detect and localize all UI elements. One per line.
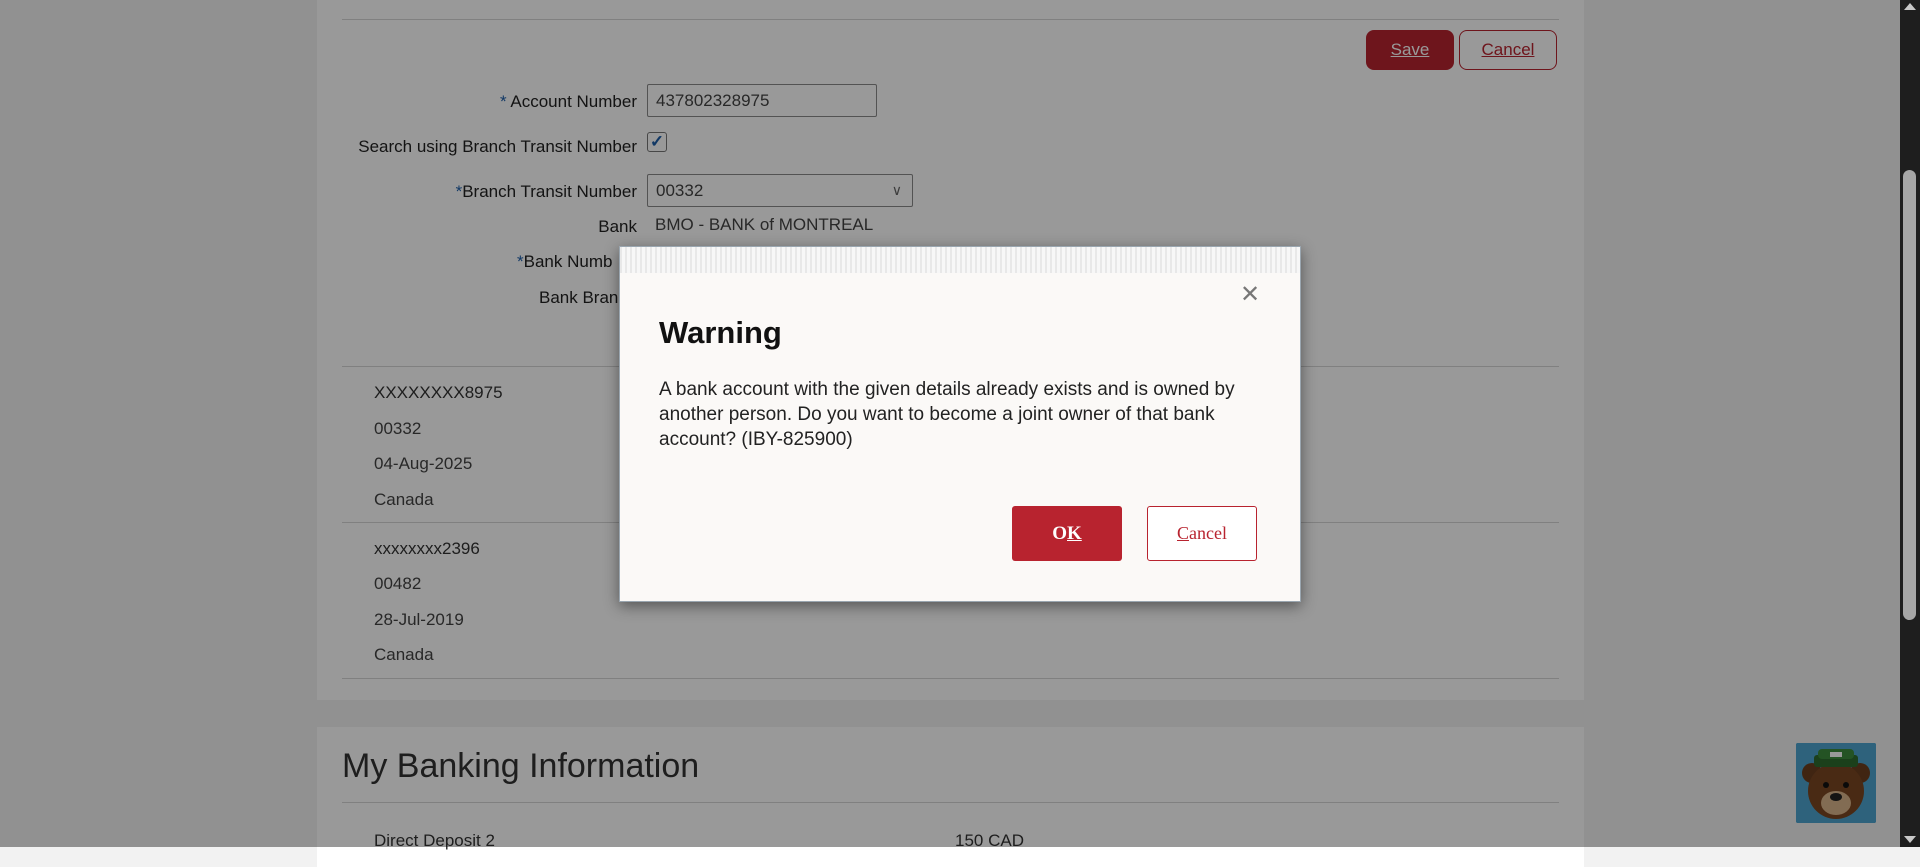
- dialog-title: Warning: [659, 315, 782, 350]
- ok-button[interactable]: OK: [1012, 506, 1122, 561]
- dialog-drag-handle[interactable]: [620, 247, 1300, 273]
- dialog-cancel-button-label: Cancel: [1177, 523, 1227, 543]
- page-scrollbar[interactable]: [1900, 0, 1920, 847]
- scroll-up-arrow-icon[interactable]: [1904, 3, 1916, 10]
- dialog-cancel-button[interactable]: Cancel: [1147, 506, 1257, 561]
- close-icon[interactable]: ✕: [1240, 280, 1260, 309]
- scroll-down-arrow-icon[interactable]: [1904, 836, 1916, 843]
- scrollbar-thumb[interactable]: [1903, 170, 1916, 620]
- warning-dialog: ✕ Warning A bank account with the given …: [619, 246, 1301, 602]
- ok-button-label: OK: [1052, 522, 1082, 544]
- dialog-message: A bank account with the given details al…: [659, 379, 1235, 450]
